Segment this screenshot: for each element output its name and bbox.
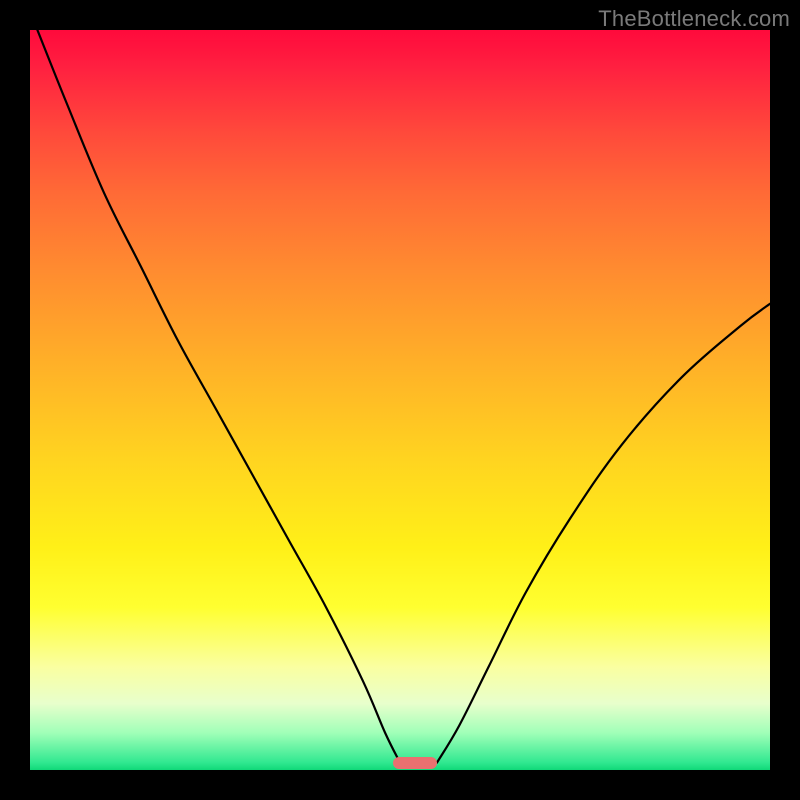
watermark-text: TheBottleneck.com bbox=[598, 6, 790, 32]
left-curve-path bbox=[37, 30, 400, 763]
curve-overlay bbox=[30, 30, 770, 770]
minimum-marker bbox=[393, 757, 437, 769]
right-curve-path bbox=[437, 304, 770, 763]
chart-plot-area bbox=[30, 30, 770, 770]
